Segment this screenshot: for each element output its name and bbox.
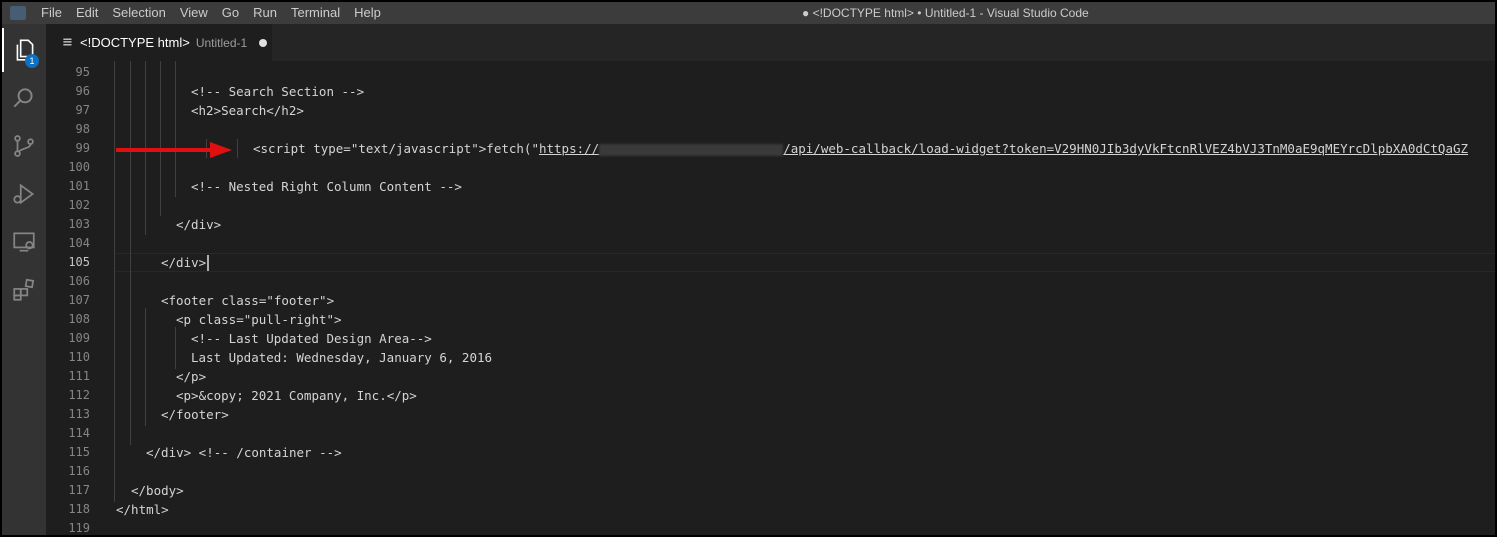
menu-view[interactable]: View	[173, 2, 215, 24]
tab-description: Untitled-1	[195, 35, 248, 50]
line-number: 115	[68, 445, 90, 459]
code-line-111: </p>	[176, 369, 207, 384]
code-line-97: <h2>Search</h2>	[191, 103, 304, 118]
code-line-96: <!-- Search Section -->	[191, 84, 365, 99]
code-area[interactable]: <!-- Search Section --> <h2>Search</h2> …	[114, 61, 1495, 535]
search-icon[interactable]	[2, 76, 46, 120]
tab-untitled-1[interactable]: ≡ <!DOCTYPE html> Untitled-1	[46, 24, 272, 61]
indent-guide	[237, 139, 238, 158]
line-number: 117	[68, 483, 90, 497]
line-number: 113	[68, 407, 90, 421]
code-line-109: <!-- Last Updated Design Area-->	[191, 331, 432, 346]
run-debug-icon[interactable]	[2, 172, 46, 216]
indent-guide	[130, 61, 131, 445]
tab-title: <!DOCTYPE html>	[80, 35, 190, 50]
file-lines-icon: ≡	[62, 35, 73, 50]
line-number: 104	[68, 236, 90, 250]
current-line-highlight	[114, 253, 1495, 272]
line-number: 112	[68, 388, 90, 402]
explorer-badge: 1	[25, 54, 39, 68]
code-editor[interactable]: 95 96 97 98 99 100 101 102 103 104 105 1…	[46, 61, 1495, 535]
line-number: 118	[68, 502, 90, 516]
tab-bar: ≡ <!DOCTYPE html> Untitled-1	[46, 24, 1495, 61]
line-number: 114	[68, 426, 90, 440]
indent-guide	[145, 308, 146, 426]
menu-run[interactable]: Run	[246, 2, 284, 24]
line-number: 98	[75, 122, 90, 136]
url-scheme: https://	[538, 141, 600, 156]
source-control-icon[interactable]	[2, 124, 46, 168]
activity-bar: 1	[2, 24, 46, 535]
line-number: 95	[75, 65, 90, 79]
menu-selection[interactable]: Selection	[105, 2, 172, 24]
code-line-99: <script type="text/javascript">fetch("ht…	[253, 139, 1468, 158]
code-line-115: </div> <!-- /container -->	[146, 445, 342, 460]
menu-go[interactable]: Go	[215, 2, 246, 24]
menu-file[interactable]: File	[34, 2, 69, 24]
indent-guide	[175, 327, 176, 369]
annotation-arrow-icon	[116, 142, 232, 158]
code-line-117: </body>	[131, 483, 184, 498]
line-number: 110	[68, 350, 90, 364]
indent-guide	[114, 61, 115, 502]
code-line-107: <footer class="footer">	[161, 293, 335, 308]
line-number-active: 105	[68, 255, 90, 269]
script-tag-text: <script type="text/javascript">fetch("	[253, 141, 539, 156]
line-number: 96	[75, 84, 90, 98]
line-number: 116	[68, 464, 90, 478]
menu-edit[interactable]: Edit	[69, 2, 105, 24]
line-number: 99	[75, 141, 90, 155]
unsaved-dot-icon[interactable]	[259, 38, 268, 47]
line-number: 111	[68, 369, 90, 383]
code-line-108: <p class="pull-right">	[176, 312, 342, 327]
line-number: 119	[68, 521, 90, 535]
line-number: 101	[68, 179, 90, 193]
title-bar: File Edit Selection View Go Run Terminal…	[2, 2, 1495, 24]
line-number: 102	[68, 198, 90, 212]
line-number: 103	[68, 217, 90, 231]
text-cursor	[207, 255, 209, 271]
menu-bar: File Edit Selection View Go Run Terminal…	[34, 2, 388, 24]
url-path: /api/web-callback/load-widget?token=V29H…	[783, 141, 1469, 156]
line-number: 97	[75, 103, 90, 117]
code-line-101: <!-- Nested Right Column Content -->	[191, 179, 462, 194]
menu-help[interactable]: Help	[347, 2, 388, 24]
indent-guide	[175, 61, 176, 197]
redacted-domain	[599, 143, 784, 156]
fetch-url-link[interactable]: https:// /api/web-callback/load-widget?to…	[539, 141, 1468, 156]
vscode-logo-icon	[10, 6, 26, 20]
line-number: 106	[68, 274, 90, 288]
explorer-icon[interactable]: 1	[2, 28, 46, 72]
window-title: ● <!DOCTYPE html> • Untitled-1 - Visual …	[802, 6, 1089, 20]
code-line-105: </div>	[161, 255, 207, 270]
code-line-103: </div>	[176, 217, 222, 232]
vscode-window: File Edit Selection View Go Run Terminal…	[2, 2, 1495, 535]
line-number: 100	[68, 160, 90, 174]
line-number: 107	[68, 293, 90, 307]
line-number-gutter: 95 96 97 98 99 100 101 102 103 104 105 1…	[46, 61, 92, 535]
menu-terminal[interactable]: Terminal	[284, 2, 347, 24]
code-line-113: </footer>	[161, 407, 229, 422]
code-line-118: </html>	[116, 502, 169, 517]
line-number: 108	[68, 312, 90, 326]
line-number: 109	[68, 331, 90, 345]
remote-explorer-icon[interactable]	[2, 220, 46, 264]
extensions-icon[interactable]	[2, 268, 46, 312]
code-line-112: <p>&copy; 2021 Company, Inc.</p>	[176, 388, 417, 403]
code-line-110: Last Updated: Wednesday, January 6, 2016	[191, 350, 493, 365]
indent-guide	[160, 61, 161, 216]
